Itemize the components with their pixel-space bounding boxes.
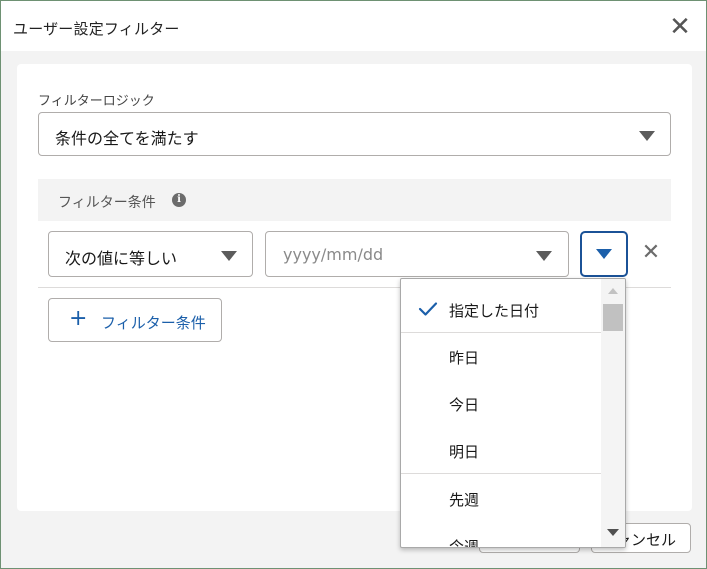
operator-value: 次の値に等しい (65, 249, 178, 268)
info-icon[interactable]: i (172, 193, 186, 207)
operator-select[interactable]: 次の値に等しい (48, 231, 253, 277)
menu-item-last-week[interactable]: 先週 (401, 475, 601, 521)
date-input[interactable]: yyyy/mm/dd (265, 231, 569, 277)
menu-item-yesterday[interactable]: 昨日 (401, 333, 601, 379)
menu-item-label: 先週 (449, 491, 480, 509)
remove-condition-icon[interactable]: ✕ (638, 240, 664, 266)
check-icon (418, 302, 438, 316)
filter-conditions-title: フィルター条件 (58, 195, 156, 211)
menu-separator (401, 473, 601, 474)
scroll-down-arrow-icon[interactable] (607, 529, 619, 536)
close-icon[interactable]: ✕ (666, 13, 694, 41)
chevron-down-icon (221, 251, 237, 261)
dialog-titlebar: ユーザー設定フィルター ✕ (1, 1, 706, 51)
menu-item-label: 今日 (449, 396, 480, 414)
date-placeholder: yyyy/mm/dd (283, 245, 384, 264)
menu-item-tomorrow[interactable]: 明日 (401, 427, 601, 473)
chevron-down-icon (639, 131, 655, 141)
filter-logic-value: 条件の全てを満たす (55, 129, 199, 148)
dialog-title: ユーザー設定フィルター (13, 20, 180, 38)
filter-logic-label: フィルターロジック (38, 94, 155, 109)
add-filter-condition-button[interactable]: + フィルター条件 (48, 298, 222, 342)
chevron-down-icon (596, 249, 612, 259)
menu-item-label: 今週 (449, 538, 480, 548)
menu-item-specified-date[interactable]: 指定した日付 (401, 286, 601, 332)
menu-item-label: 指定した日付 (449, 302, 540, 320)
plus-icon: + (69, 306, 88, 331)
menu-scrollbar[interactable] (601, 279, 625, 547)
date-preset-menu: 指定した日付 昨日 今日 明日 先週 今週 (400, 278, 626, 548)
custom-filter-dialog: ユーザー設定フィルター ✕ フィルターロジック 条件の全てを満たす フィルター条… (0, 0, 707, 569)
chevron-down-icon (536, 251, 552, 261)
scroll-up-arrow-icon[interactable] (608, 288, 618, 294)
add-filter-condition-label: フィルター条件 (101, 314, 206, 332)
menu-item-this-week[interactable]: 今週 (401, 522, 601, 548)
scrollbar-thumb[interactable] (603, 304, 623, 331)
menu-item-label: 明日 (449, 443, 480, 461)
date-preset-dropdown-button[interactable] (580, 231, 628, 277)
menu-item-label: 昨日 (449, 349, 480, 367)
filter-logic-select[interactable]: 条件の全てを満たす (38, 112, 671, 156)
filter-conditions-header: フィルター条件 i (38, 179, 671, 221)
menu-item-today[interactable]: 今日 (401, 380, 601, 426)
